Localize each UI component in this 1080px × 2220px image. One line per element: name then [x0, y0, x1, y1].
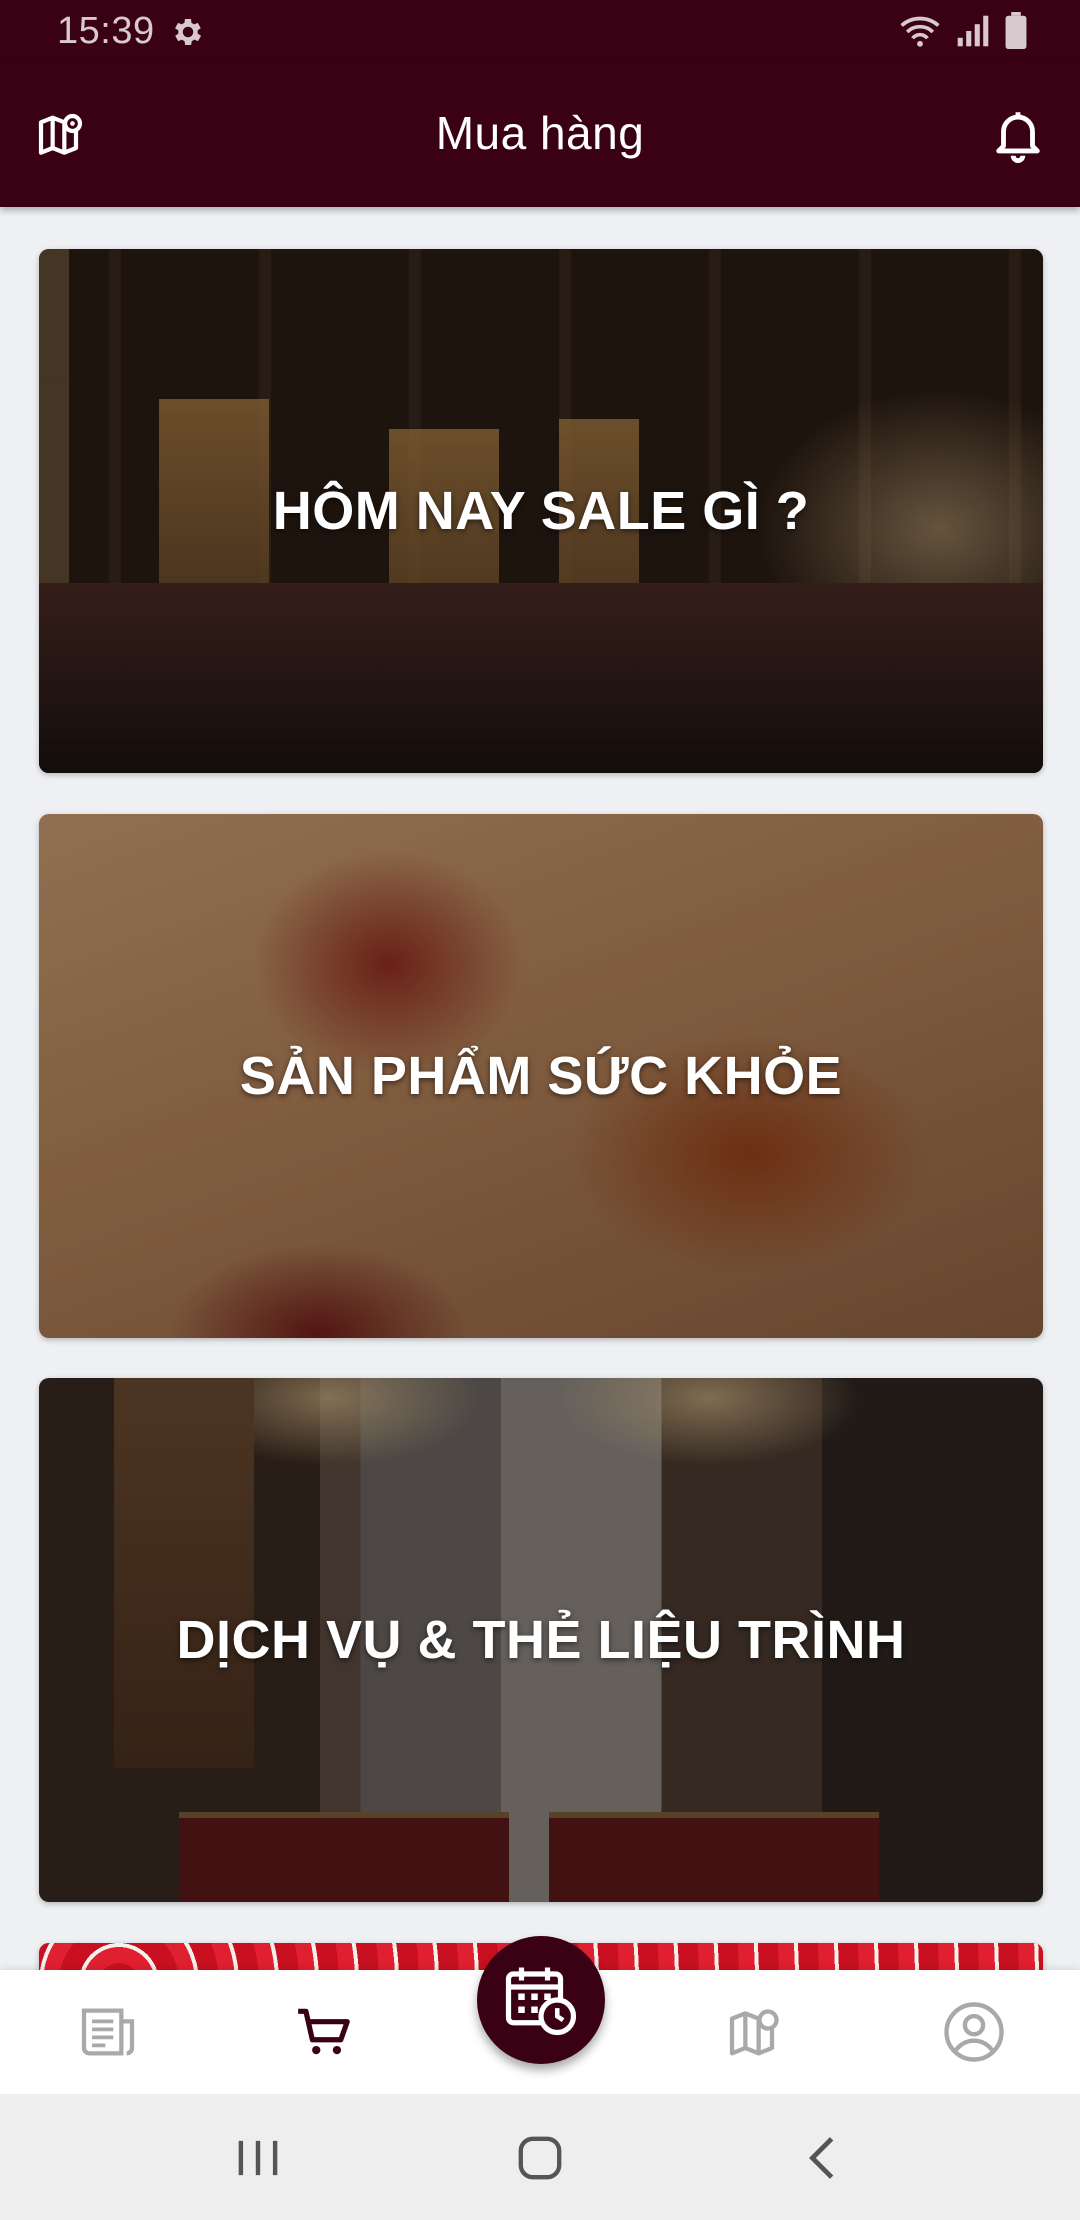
- card-title: HÔM NAY SALE GÌ ?: [272, 481, 810, 541]
- settings-gear-icon: [175, 18, 202, 46]
- wifi-icon: [900, 16, 940, 47]
- battery-icon: [1005, 12, 1027, 50]
- nav-news[interactable]: [68, 1992, 148, 2072]
- back-icon: [809, 2137, 834, 2179]
- system-navigation-bar: [0, 2094, 1080, 2220]
- signal-icon: [957, 15, 989, 47]
- category-card-services[interactable]: DỊCH VỤ & THẺ LIỆU TRÌNH: [39, 1378, 1043, 1902]
- bell-icon: [996, 112, 1040, 163]
- status-time: 15:39: [57, 10, 155, 52]
- status-icons: [898, 12, 1028, 50]
- nav-cart[interactable]: [284, 1992, 364, 2072]
- status-bar: 15:39: [0, 0, 1080, 64]
- home-icon: [518, 2136, 562, 2180]
- recent-apps-icon: [238, 2140, 278, 2176]
- shopping-screen: 15:39 Mua hàng HÔM NAY SALE GÌ ? SẢN PHẨ…: [0, 0, 1080, 2220]
- card-title: DỊCH VỤ & THẺ LIỆU TRÌNH: [176, 1610, 906, 1670]
- page-title: Mua hàng: [435, 107, 645, 159]
- category-card-health-products[interactable]: SẢN PHẨM SỨC KHỎE: [39, 814, 1043, 1338]
- home-button[interactable]: [508, 2126, 572, 2190]
- card-title: SẢN PHẨM SỨC KHỎE: [239, 1046, 843, 1106]
- recent-apps-button[interactable]: [226, 2126, 290, 2190]
- notifications-button[interactable]: [986, 102, 1050, 166]
- cart-icon: [298, 2008, 350, 2055]
- account-icon: [944, 2002, 1004, 2062]
- nav-map[interactable]: [716, 1992, 796, 2072]
- category-list: HÔM NAY SALE GÌ ? SẢN PHẨM SỨC KHỎE DỊCH…: [0, 207, 1080, 1970]
- app-bar: Mua hàng: [0, 64, 1080, 207]
- news-icon: [81, 2008, 135, 2056]
- category-card-sale[interactable]: HÔM NAY SALE GÌ ?: [39, 249, 1043, 773]
- back-button[interactable]: [790, 2126, 854, 2190]
- nav-account[interactable]: [934, 1992, 1014, 2072]
- calendar-clock-icon: [505, 1967, 577, 2036]
- map-pin-icon: [729, 2009, 779, 2056]
- booking-fab-button[interactable]: [477, 1936, 605, 2064]
